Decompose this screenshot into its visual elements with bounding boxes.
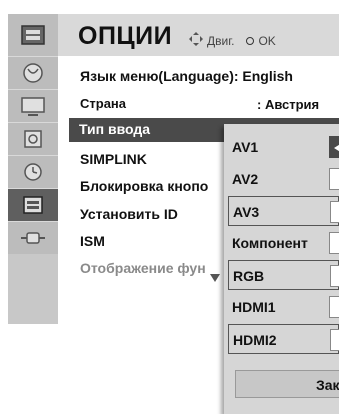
options-tv-icon[interactable]: [8, 188, 58, 221]
page-title: ОПЦИИ: [78, 22, 173, 50]
move-arrows-icon: [189, 32, 203, 49]
options-tv-icon: [8, 14, 58, 56]
menu-item-set-id[interactable]: Установить ID: [80, 206, 178, 222]
menu-item-display[interactable]: Отображение фун: [80, 260, 206, 276]
input-type-popup: AV1 AV2 AV3 Компонент RGB HDMI1 HDMI2 За…: [224, 124, 339, 414]
option-checkbox: [329, 168, 339, 190]
selected-radio-icon: [329, 136, 339, 158]
menu-item-input-type-label: Тип ввода: [79, 121, 151, 137]
option-checkbox: [330, 265, 339, 287]
option-checkbox: [329, 232, 339, 254]
option-checkbox: [329, 296, 339, 318]
option-label: AV2: [232, 171, 259, 187]
satellite-dish-icon[interactable]: [8, 56, 58, 89]
option-label: RGB: [233, 268, 265, 284]
option-label: AV3: [233, 204, 260, 220]
menu-item-ism[interactable]: ISM: [80, 233, 105, 249]
menu-item-language[interactable]: Язык меню(Language): English: [80, 68, 293, 84]
close-button-label: Зак: [316, 377, 339, 393]
menu-item-simplink[interactable]: SIMPLINK: [80, 151, 147, 167]
menu-item-key-lock[interactable]: Блокировка кнопо: [80, 178, 208, 194]
input-option-av1[interactable]: AV1: [228, 132, 339, 162]
input-option-component[interactable]: Компонент: [228, 228, 339, 258]
speaker-icon[interactable]: [8, 122, 58, 155]
input-option-av2[interactable]: AV2: [228, 164, 339, 194]
category-sidebar: [8, 14, 58, 324]
option-label: HDMI2: [233, 332, 277, 348]
move-hint-label: Двиг.: [207, 33, 235, 48]
option-checkbox: [330, 329, 339, 351]
input-option-av3[interactable]: AV3: [228, 196, 339, 226]
ok-button-icon: [246, 36, 255, 45]
option-checkbox: [330, 201, 339, 223]
plug-icon[interactable]: [8, 221, 58, 254]
country-value: : Австрия: [257, 97, 320, 112]
option-label: AV1: [232, 139, 259, 155]
clock-icon[interactable]: [8, 155, 58, 188]
input-option-hdmi2[interactable]: HDMI2: [228, 324, 339, 354]
scroll-down-arrow-icon[interactable]: [210, 274, 220, 282]
close-button[interactable]: Зак: [235, 370, 339, 398]
monitor-icon[interactable]: [8, 89, 58, 122]
option-label: HDMI1: [232, 299, 276, 315]
navigation-hint: Двиг. OK: [189, 32, 276, 49]
option-label: Компонент: [232, 235, 308, 251]
input-option-rgb[interactable]: RGB: [228, 260, 339, 290]
ok-hint-label: OK: [258, 33, 276, 48]
menu-item-country[interactable]: Страна: [80, 96, 126, 111]
input-option-hdmi1[interactable]: HDMI1: [228, 292, 339, 322]
tv-options-screen: ОПЦИИ Двиг. OK Язык меню(Language): Engl…: [0, 0, 339, 414]
